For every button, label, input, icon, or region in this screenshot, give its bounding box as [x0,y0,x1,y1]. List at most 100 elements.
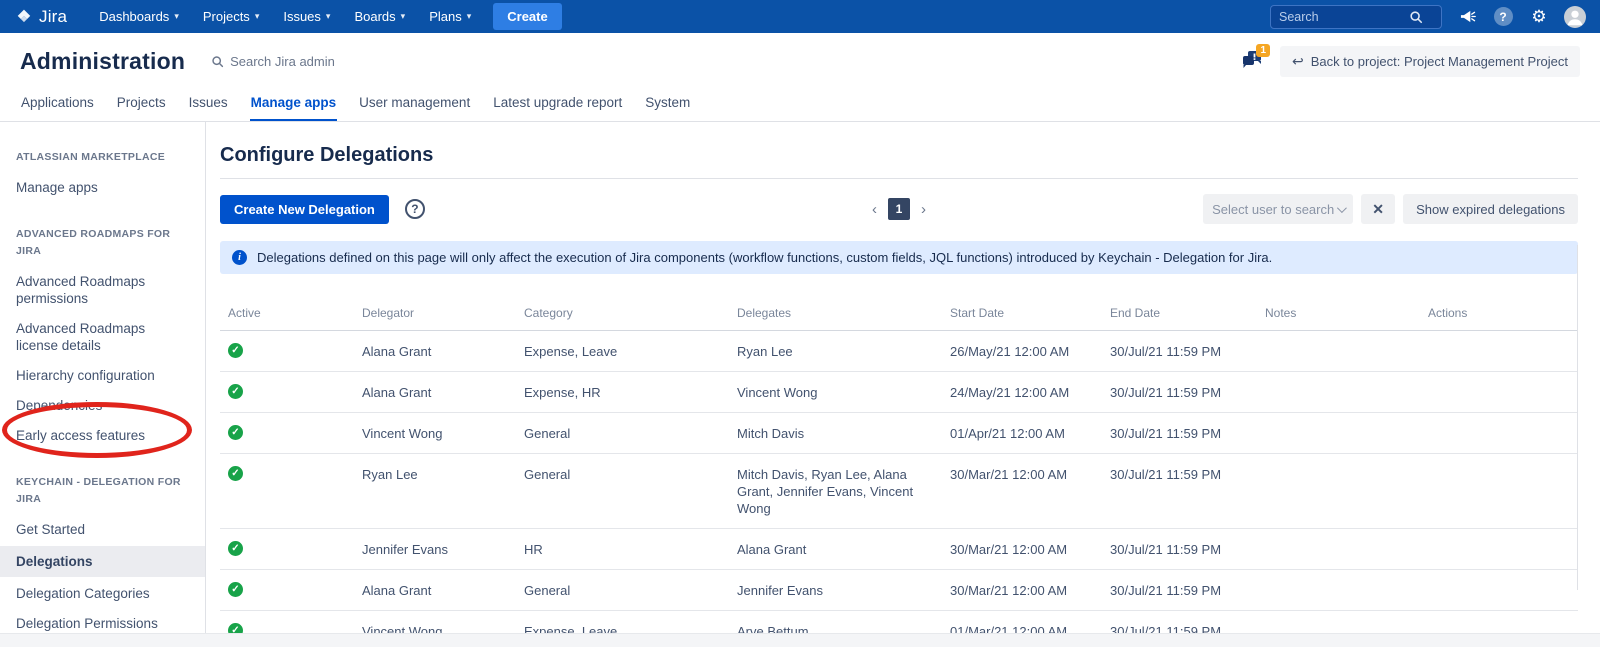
cell-end-date: 30/Jul/21 11:59 PM [1102,331,1257,371]
delegations-table: Active Delegator Category Delegates Star… [220,300,1578,647]
cell-category: General [516,454,729,494]
sidebar-item[interactable]: Dependencies [0,392,205,419]
chevron-down-icon: ▾ [255,11,260,22]
cell-active: ✓ [220,454,354,492]
active-check-icon: ✓ [228,541,243,556]
user-avatar[interactable] [1564,6,1586,28]
megaphone-icon[interactable] [1456,6,1478,28]
cell-category: General [516,570,729,610]
cell-delegates: Ryan Lee [729,331,942,371]
cell-category: Expense, HR [516,372,729,412]
cell-notes [1257,570,1420,593]
back-to-project-button[interactable]: ↩ Back to project: Project Management Pr… [1280,46,1580,77]
cell-delegator: Ryan Lee [354,454,516,494]
admin-tab[interactable]: Latest upgrade report [492,89,623,121]
cell-actions [1420,413,1578,436]
column-header-delegates: Delegates [729,300,942,330]
table-row: ✓ Ryan Lee General Mitch Davis, Ryan Lee… [220,454,1578,529]
help-icon[interactable]: ? [1492,6,1514,28]
chevron-down-icon [1337,203,1347,213]
page-title: Configure Delegations [220,142,1578,179]
pagination-next[interactable]: › [921,201,926,218]
table-row: ✓ Vincent Wong General Mitch Davis 01/Ap… [220,413,1578,454]
nav-menu-item[interactable]: Plans▾ [419,3,481,30]
admin-tabbar: Applications Projects Issues Manage apps… [0,89,1600,122]
create-new-delegation-button[interactable]: Create New Delegation [220,195,389,224]
cell-delegates: Jennifer Evans [729,570,942,610]
nav-menu-item[interactable]: Issues▾ [273,3,340,30]
table-row: ✓ Jennifer Evans HR Alana Grant 30/Mar/2… [220,529,1578,570]
gear-icon[interactable]: ⚙ [1528,6,1550,28]
admin-tab[interactable]: Projects [116,89,167,121]
jira-admin-page: Jira Dashboards▾ Projects▾ Issues▾ Board… [0,0,1600,647]
global-search[interactable] [1270,5,1442,29]
jira-logo-text: Jira [39,7,67,27]
column-header-end-date: End Date [1102,300,1257,330]
cell-delegates: Mitch Davis, Ryan Lee, Alana Grant, Jenn… [729,454,942,528]
admin-tab[interactable]: User management [358,89,471,121]
create-button[interactable]: Create [493,3,561,30]
admin-tab[interactable]: System [644,89,691,121]
sidebar-item[interactable]: Get Started [0,516,205,543]
sidebar-entries: ATLASSIAN MARKETPLACE Manage apps ADVANC… [0,144,205,637]
feedback-icon[interactable]: 1 [1240,49,1266,73]
nav-menu-item[interactable]: Dashboards▾ [89,3,189,30]
cell-notes [1257,454,1420,477]
global-search-input[interactable] [1279,10,1409,24]
nav-menu: Dashboards▾ Projects▾ Issues▾ Boards▾ Pl… [89,3,481,30]
info-icon: i [232,250,247,265]
cell-actions [1420,331,1578,354]
show-expired-delegations-button[interactable]: Show expired delegations [1403,194,1578,224]
cell-end-date: 30/Jul/21 11:59 PM [1102,413,1257,453]
sidebar-item[interactable]: Hierarchy configuration [0,362,205,389]
cell-delegator: Alana Grant [354,372,516,412]
sidebar-item[interactable]: Manage apps [0,174,205,201]
pagination: ‹ 1 › [872,198,926,220]
active-check-icon: ✓ [228,466,243,481]
cell-actions [1420,372,1578,395]
table-header-row: Active Delegator Category Delegates Star… [220,300,1578,331]
cell-category: Expense, Leave [516,331,729,371]
column-header-category: Category [516,300,729,330]
admin-search[interactable]: Search Jira admin [211,54,335,69]
clear-filter-button[interactable]: ✕ [1361,194,1395,224]
admin-tab[interactable]: Manage apps [250,89,338,121]
sidebar-item[interactable]: Advanced Roadmaps permissions [0,268,205,312]
nav-menu-item[interactable]: Boards▾ [344,3,415,30]
active-check-icon: ✓ [228,582,243,597]
cell-notes [1257,611,1420,634]
sidebar-section-heading: ATLASSIAN MARKETPLACE [0,144,205,171]
cell-notes [1257,529,1420,552]
search-icon [211,55,224,68]
admin-tab[interactable]: Issues [188,89,229,121]
search-icon [1409,10,1423,24]
sidebar-item[interactable]: Advanced Roadmaps license details [0,315,205,359]
cell-start-date: 01/Apr/21 12:00 AM [942,413,1102,453]
top-navbar: Jira Dashboards▾ Projects▾ Issues▾ Board… [0,0,1600,33]
sidebar-item[interactable]: Early access features [0,422,205,449]
jira-logo[interactable]: Jira [14,7,67,27]
sidebar-item[interactable]: Delegation Categories [0,580,205,607]
sidebar: ATLASSIAN MARKETPLACE Manage apps ADVANC… [0,122,206,633]
pagination-prev[interactable]: ‹ [872,201,877,218]
help-icon[interactable]: ? [405,199,425,219]
cell-end-date: 30/Jul/21 11:59 PM [1102,372,1257,412]
column-header-actions: Actions [1420,300,1578,330]
admin-header: Administration Search Jira admin 1 [0,33,1600,89]
toolbar: Create New Delegation ? ‹ 1 › Select use… [220,194,1578,224]
cell-actions [1420,454,1578,477]
column-header-delegator: Delegator [354,300,516,330]
user-search-select[interactable]: Select user to search [1203,194,1353,224]
sidebar-item[interactable]: Delegations [0,546,205,577]
cell-actions [1420,529,1578,552]
cell-active: ✓ [220,529,354,567]
footer-strip [0,633,1600,647]
back-arrow-icon: ↩ [1292,53,1304,70]
cell-end-date: 30/Jul/21 11:59 PM [1102,529,1257,569]
admin-tab[interactable]: Applications [20,89,95,121]
admin-header-right: 1 ↩ Back to project: Project Management … [1240,46,1580,77]
nav-menu-item[interactable]: Projects▾ [193,3,270,30]
cell-start-date: 30/Mar/21 12:00 AM [942,529,1102,569]
topnav-right: ? ⚙ [1270,5,1586,29]
toolbar-right: Select user to search ✕ Show expired del… [1203,194,1578,224]
